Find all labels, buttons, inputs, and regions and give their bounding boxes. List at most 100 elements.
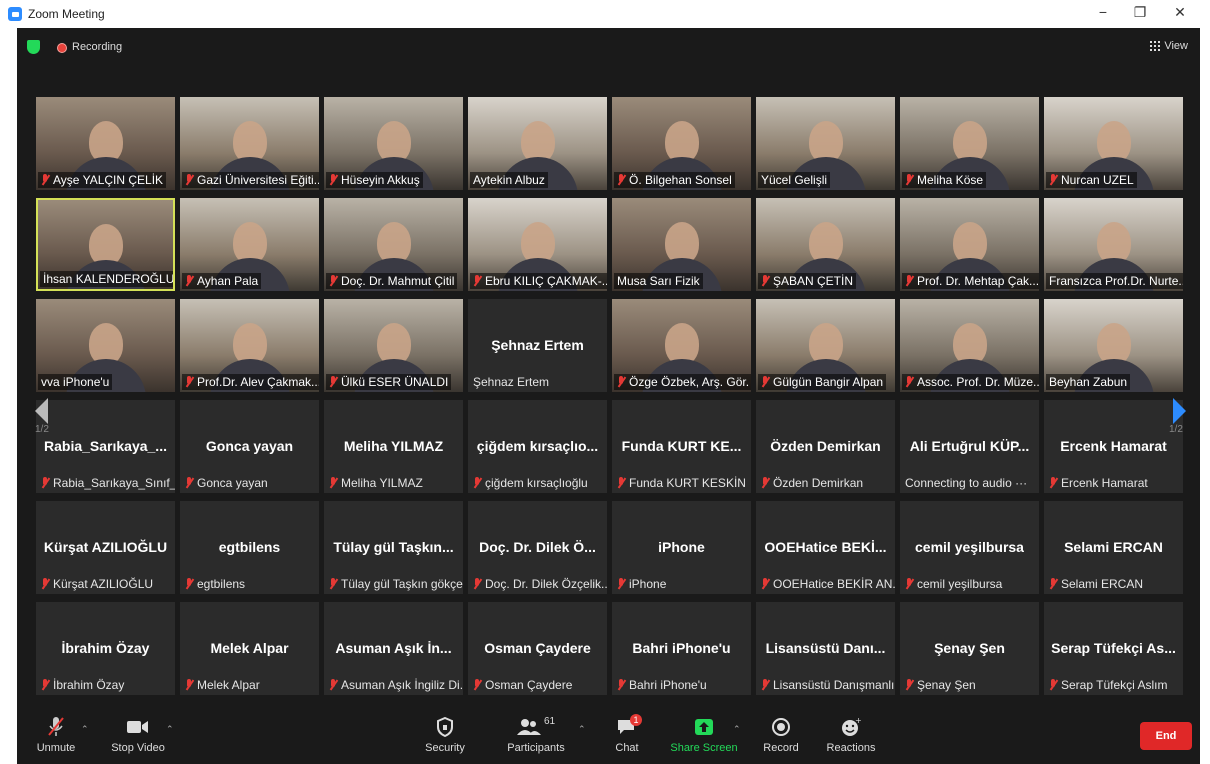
participant-name-label: Ebru KILIÇ ÇAKMAK-... <box>470 273 607 289</box>
muted-microphone-icon <box>761 578 769 590</box>
participant-tile[interactable]: Nurcan UZEL <box>1044 97 1183 190</box>
participant-name: Doç. Dr. Mahmut Çitil <box>341 274 455 288</box>
participant-tile[interactable]: Şehnaz Ertem Şehnaz Ertem <box>468 299 607 392</box>
minimize-button[interactable]: − <box>1088 4 1118 20</box>
participant-tile[interactable]: egtbilens egtbilens <box>180 501 319 594</box>
participant-tile[interactable]: Ayhan Pala <box>180 198 319 291</box>
participant-tile[interactable]: Melek Alpar Melek Alpar <box>180 602 319 695</box>
participant-tile[interactable]: Assoc. Prof. Dr. Müze... <box>900 299 1039 392</box>
participant-tile[interactable]: Hüseyin Akkuş <box>324 97 463 190</box>
participant-tile[interactable]: Ebru KILIÇ ÇAKMAK-... <box>468 198 607 291</box>
participant-tile[interactable]: Selami ERCAN Selami ERCAN <box>1044 501 1183 594</box>
participant-name-label: Kürşat AZILIOĞLU <box>38 576 156 592</box>
participant-tile[interactable]: cemil yeşilbursa cemil yeşilbursa <box>900 501 1039 594</box>
participant-display-name: Lisansüstü Danı... <box>765 640 886 656</box>
participant-name: Aytekin Albuz <box>473 173 545 187</box>
participants-label: Participants <box>507 742 565 754</box>
reactions-button[interactable]: + Reactions <box>823 716 879 754</box>
participant-tile[interactable]: Yücel Gelişli <box>756 97 895 190</box>
unmute-button[interactable]: Unmute <box>31 716 81 754</box>
participant-name: Doç. Dr. Dilek Özçelik... <box>485 577 607 591</box>
participant-tile[interactable]: çiğdem kırsaçlıo... çiğdem kırsaçlıoğlu <box>468 400 607 493</box>
muted-microphone-icon <box>617 477 625 489</box>
participant-tile[interactable]: Gonca yayan Gonca yayan <box>180 400 319 493</box>
participant-tile[interactable]: Gülgün Bangir Alpan <box>756 299 895 392</box>
participant-tile[interactable]: Doç. Dr. Mahmut Çitil <box>324 198 463 291</box>
stop-video-button[interactable]: Stop Video <box>107 716 169 754</box>
participant-tile[interactable]: Musa Sarı Fizik <box>612 198 751 291</box>
participant-name-label: Fransızca Prof.Dr. Nurte... <box>1046 273 1183 289</box>
participant-tile[interactable]: Lisansüstü Danı... Lisansüstü Danışmanlı.… <box>756 602 895 695</box>
participant-tile[interactable]: OOEHatice BEKİ... OOEHatice BEKİR AN... <box>756 501 895 594</box>
chat-button[interactable]: 1 Chat <box>607 714 647 754</box>
unmute-label: Unmute <box>36 742 76 754</box>
participant-tile[interactable]: İhsan KALENDEROĞLU <box>36 198 175 291</box>
participant-display-name: Osman Çaydere <box>484 640 591 656</box>
participant-tile[interactable]: İbrahim Özay İbrahim Özay <box>36 602 175 695</box>
participant-tile[interactable]: Ayşe YALÇIN ÇELİK <box>36 97 175 190</box>
participant-name: Ebru KILIÇ ÇAKMAK-... <box>485 274 607 288</box>
participant-tile[interactable]: Aytekin Albuz <box>468 97 607 190</box>
participant-name-label: Yücel Gelişli <box>758 172 831 188</box>
participant-tile[interactable]: ŞABAN ÇETİN <box>756 198 895 291</box>
participant-tile[interactable]: Meliha YILMAZ Meliha YILMAZ <box>324 400 463 493</box>
participant-tile[interactable]: Ercenk Hamarat Ercenk Hamarat <box>1044 400 1183 493</box>
muted-microphone-icon <box>761 679 769 691</box>
participant-tile[interactable]: Ö. Bilgehan Sonsel <box>612 97 751 190</box>
participant-tile[interactable]: Rabia_Sarıkaya_... Rabia_Sarıkaya_Sınıf_.… <box>36 400 175 493</box>
video-options-caret-icon[interactable]: ⌃ <box>166 724 174 735</box>
participant-tile[interactable]: Tülay gül Taşkın... Tülay gül Taşkın gökç… <box>324 501 463 594</box>
participants-options-caret-icon[interactable]: ⌃ <box>578 724 586 735</box>
share-options-caret-icon[interactable]: ⌃ <box>733 724 741 735</box>
participant-tile[interactable]: iPhone iPhone <box>612 501 751 594</box>
participant-tile[interactable]: Prof.Dr. Alev Çakmak... <box>180 299 319 392</box>
participant-name-label: Şehnaz Ertem <box>470 374 552 390</box>
window-title: Zoom Meeting <box>28 7 105 21</box>
muted-microphone-icon <box>31 716 81 738</box>
participant-name: Assoc. Prof. Dr. Müze... <box>917 375 1039 389</box>
participant-tile[interactable]: Osman Çaydere Osman Çaydere <box>468 602 607 695</box>
participant-tile[interactable]: Bahri iPhone'u Bahri iPhone'u <box>612 602 751 695</box>
participant-tile[interactable]: vva iPhone'u <box>36 299 175 392</box>
encryption-shield-icon[interactable] <box>27 40 40 54</box>
next-page-arrow-icon[interactable] <box>1173 398 1186 424</box>
audio-options-caret-icon[interactable]: ⌃ <box>81 724 89 735</box>
recording-label[interactable]: Recording <box>72 41 122 53</box>
participant-tile[interactable]: Funda KURT KE... Funda KURT KESKİN <box>612 400 751 493</box>
participant-tile[interactable]: Meliha Köse <box>900 97 1039 190</box>
participant-name: Serap Tüfekçi Aslım <box>1061 678 1168 692</box>
maximize-button[interactable]: ❐ <box>1125 4 1155 21</box>
muted-microphone-icon <box>329 477 337 489</box>
participant-tile[interactable]: Gazi Üniversitesi Eğiti... <box>180 97 319 190</box>
participant-tile[interactable]: Prof. Dr. Mehtap Çak... <box>900 198 1039 291</box>
participant-name: Prof.Dr. Alev Çakmak... <box>197 375 319 389</box>
chat-unread-badge: 1 <box>630 714 642 726</box>
view-button[interactable]: View <box>1150 40 1188 52</box>
security-button[interactable]: Security <box>421 716 469 754</box>
participant-name: Beyhan Zabun <box>1049 375 1128 389</box>
participant-tile[interactable]: Ülkü ESER ÜNALDI <box>324 299 463 392</box>
end-meeting-button[interactable]: End <box>1140 722 1192 750</box>
security-label: Security <box>425 742 465 754</box>
participant-tile[interactable]: Beyhan Zabun <box>1044 299 1183 392</box>
participants-button[interactable]: 61 Participants <box>506 716 566 754</box>
participant-tile[interactable]: Doç. Dr. Dilek Ö... Doç. Dr. Dilek Özçeli… <box>468 501 607 594</box>
participant-name-label: Doç. Dr. Dilek Özçelik... <box>470 576 607 592</box>
share-screen-button[interactable]: Share Screen <box>670 716 738 754</box>
participant-tile[interactable]: Özge Özbek, Arş. Gör. <box>612 299 751 392</box>
participant-tile[interactable]: Kürşat AZILIOĞLU Kürşat AZILIOĞLU <box>36 501 175 594</box>
participant-tile[interactable]: Fransızca Prof.Dr. Nurte... <box>1044 198 1183 291</box>
participant-tile[interactable]: Serap Tüfekçi As... Serap Tüfekçi Aslım <box>1044 602 1183 695</box>
close-button[interactable]: ✕ <box>1165 4 1195 21</box>
participant-tile[interactable]: Asuman Aşık İn... Asuman Aşık İngiliz Di.… <box>324 602 463 695</box>
svg-text:+: + <box>855 717 861 725</box>
participant-tile[interactable]: Şenay Şen Şenay Şen <box>900 602 1039 695</box>
participant-tile[interactable]: Özden Demirkan Özden Demirkan <box>756 400 895 493</box>
previous-page-arrow-icon[interactable] <box>35 398 48 424</box>
participant-name: Özden Demirkan <box>773 476 864 490</box>
participant-tile[interactable]: Ali Ertuğrul KÜP... Connecting to audio ·… <box>900 400 1039 493</box>
record-button[interactable]: Record <box>759 716 803 754</box>
participant-name-label: Assoc. Prof. Dr. Müze... <box>902 374 1039 390</box>
participant-name-label: Ercenk Hamarat <box>1046 475 1151 491</box>
participant-name: Asuman Aşık İngiliz Di... <box>341 678 463 692</box>
